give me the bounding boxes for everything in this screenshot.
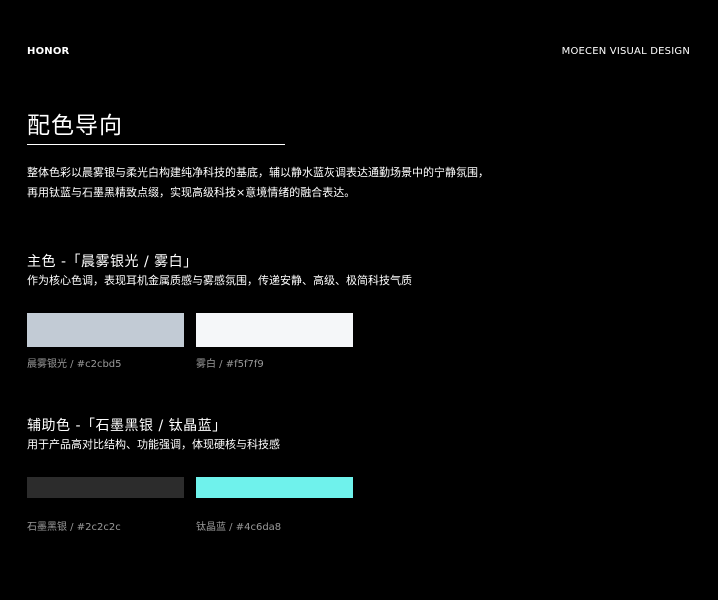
intro-paragraph: 整体色彩以晨雾银与柔光白构建纯净科技的基底，辅以静水蓝灰调表达通勤场景中的宁静氛… [27, 163, 667, 203]
swatch-label-titanium-blue: 钛晶蓝 / #4c6da8 [196, 522, 282, 533]
brand-logo-text: HONOR [27, 46, 70, 57]
color-swatch-graphite [27, 477, 184, 498]
swatch-label-silver: 晨雾银光 / #c2cbd5 [27, 359, 122, 370]
page-title: 配色导向 [27, 113, 123, 139]
primary-section-subtitle: 作为核心色调，表现耳机金属质感与雾感氛围，传递安静、高级、极简科技气质 [27, 274, 412, 287]
title-divider [27, 144, 285, 145]
swatch-label-mist-white: 雾白 / #f5f7f9 [196, 359, 264, 370]
intro-line: 再用钛蓝与石墨黑精致点缀，实现高级科技×意境情绪的融合表达。 [27, 186, 356, 199]
primary-section-title: 主色 -「晨雾银光 / 雾白」 [27, 254, 198, 270]
studio-name: MOECEN VISUAL DESIGN [561, 46, 690, 57]
color-swatch-silver [27, 313, 184, 347]
color-swatch-titanium-blue [196, 477, 353, 498]
secondary-section-title: 辅助色 -「石墨黑银 / 钛晶蓝」 [27, 418, 227, 434]
swatch-label-graphite: 石墨黑银 / #2c2c2c [27, 522, 121, 533]
intro-line: 整体色彩以晨雾银与柔光白构建纯净科技的基底，辅以静水蓝灰调表达通勤场景中的宁静氛… [27, 166, 489, 179]
color-swatch-mist-white [196, 313, 353, 347]
secondary-section-subtitle: 用于产品高对比结构、功能强调，体现硬核与科技感 [27, 438, 280, 451]
